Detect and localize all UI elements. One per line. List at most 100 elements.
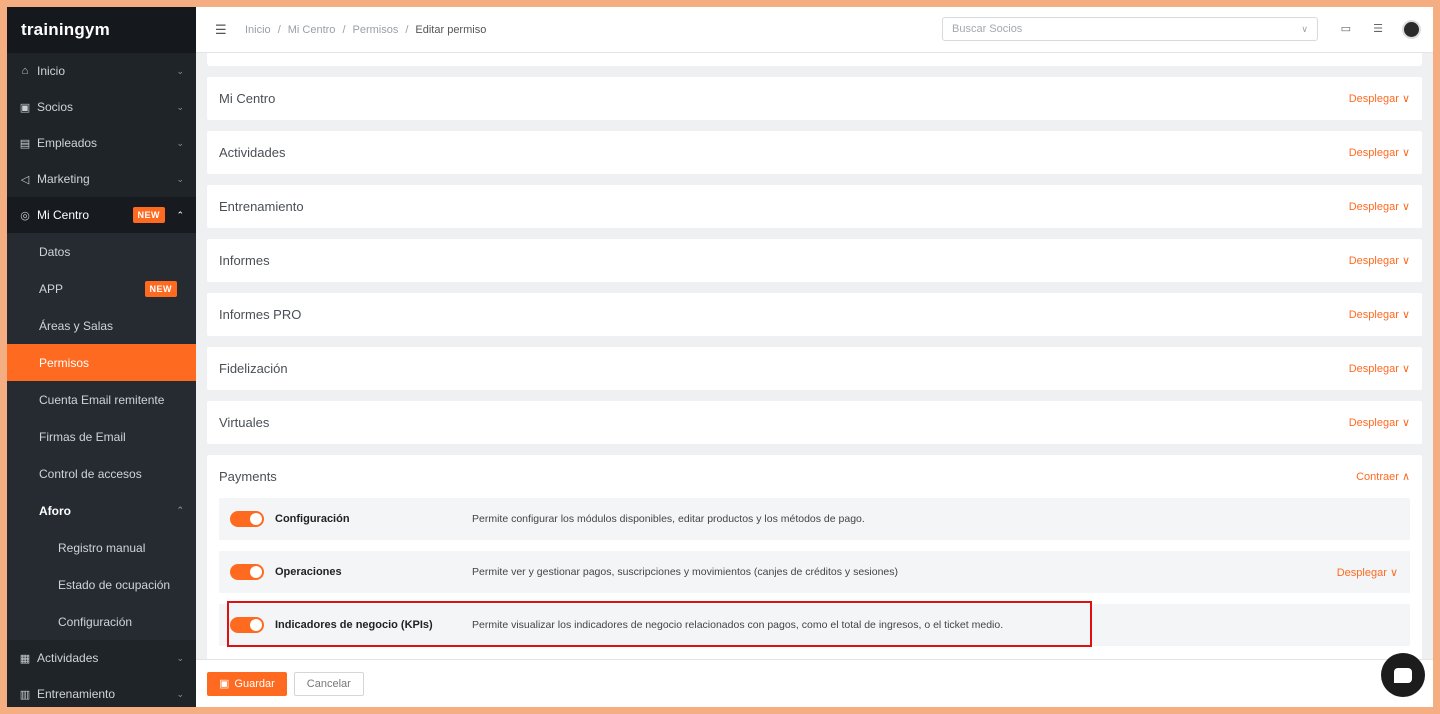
chevron-down-icon[interactable]: ∨	[1301, 24, 1308, 35]
sidebar: trainingym ⌂ Inicio ⌄ ▣ Socios ⌄ ▤ Emple…	[7, 7, 196, 707]
breadcrumb-separator: /	[342, 23, 346, 36]
save-button[interactable]: ▣ Guardar	[207, 671, 287, 696]
panel-virtuales: Virtuales Desplegar ∨	[207, 401, 1422, 444]
sidebar-item-label: Marketing	[37, 172, 90, 186]
sidebar-item-label: Aforo	[39, 503, 71, 518]
chevron-down-icon: ∨	[1401, 255, 1410, 267]
sidebar-item-configuracion[interactable]: Configuración	[7, 603, 196, 640]
floppy-icon: ▣	[219, 678, 230, 690]
permission-name: Configuración	[275, 513, 350, 525]
chevron-up-icon: ⌃	[176, 505, 184, 515]
expand-button[interactable]: Desplegar ∨	[1349, 254, 1410, 267]
permission-toggle[interactable]	[230, 617, 264, 633]
expand-label: Desplegar	[1348, 417, 1399, 429]
sidebar-item-inicio[interactable]: ⌂ Inicio ⌄	[7, 53, 196, 89]
expand-button[interactable]: Desplegar ∨	[1349, 200, 1410, 213]
sidebar-item-control-accesos[interactable]: Control de accesos	[7, 455, 196, 492]
panel-title: Virtuales	[219, 415, 270, 430]
breadcrumb-separator: /	[277, 23, 281, 36]
location-icon: ◎	[20, 209, 30, 222]
panel-title: Entrenamiento	[219, 199, 304, 214]
home-icon: ⌂	[21, 65, 29, 77]
panel-fidelizacion: Fidelización Desplegar ∨	[207, 347, 1422, 390]
permissions-content: Mi Centro Desplegar ∨ Actividades Desple…	[196, 53, 1433, 659]
sidebar-item-firmas-email[interactable]: Firmas de Email	[7, 418, 196, 455]
sidebar-item-permisos[interactable]: Permisos	[7, 344, 196, 381]
chevron-down-icon: ∨	[1401, 147, 1410, 159]
expand-button[interactable]: Desplegar ∨	[1337, 566, 1398, 579]
sidebar-item-actividades[interactable]: ▦ Actividades ⌄	[7, 640, 196, 676]
panel-header: Payments Contraer ∧	[219, 455, 1410, 498]
sidebar-item-aforo[interactable]: Aforo ⌃	[7, 492, 196, 529]
sidebar-item-socios[interactable]: ▣ Socios ⌄	[7, 89, 196, 125]
card-icon[interactable]: ▭	[1341, 22, 1351, 35]
expand-label: Desplegar	[1348, 363, 1399, 375]
sidebar-item-label: Áreas y Salas	[39, 318, 114, 333]
sidebar-item-entrenamiento[interactable]: ▥ Entrenamiento ⌄	[7, 676, 196, 707]
expand-label: Desplegar	[1348, 309, 1399, 321]
expand-button[interactable]: Desplegar ∨	[1349, 308, 1410, 321]
sidebar-item-label: Actividades	[37, 651, 99, 665]
breadcrumb-mi-centro[interactable]: Mi Centro	[288, 24, 336, 36]
sidebar-item-estado-ocupacion[interactable]: Estado de ocupación	[7, 566, 196, 603]
panel-title: Payments	[219, 469, 277, 484]
sidebar-item-cuenta-email[interactable]: Cuenta Email remitente	[7, 381, 196, 418]
panel-entrenamiento: Entrenamiento Desplegar ∨	[207, 185, 1422, 228]
sidebar-item-label: Firmas de Email	[39, 429, 126, 444]
chat-button[interactable]	[1381, 653, 1425, 697]
member-search[interactable]: ∨	[942, 17, 1318, 41]
sidebar-item-areas-salas[interactable]: Áreas y Salas	[7, 307, 196, 344]
calendar-icon: ▦	[19, 652, 31, 665]
chat-bubble-icon	[1394, 667, 1412, 683]
permission-toggle[interactable]	[230, 511, 264, 527]
panel-stub	[207, 53, 1422, 66]
panel-informes: Informes Desplegar ∨	[207, 239, 1422, 282]
mi-centro-submenu: Datos APP NEW Áreas y Salas Permisos Cue…	[7, 233, 196, 640]
sidebar-item-marketing[interactable]: ◁ Marketing ⌄	[7, 161, 196, 197]
sidebar-item-label: Control de accesos	[39, 466, 142, 481]
expand-button[interactable]: Desplegar ∨	[1349, 146, 1410, 159]
chevron-down-icon: ⌄	[176, 688, 184, 699]
logo: trainingym	[7, 7, 196, 53]
expand-label: Desplegar	[1336, 566, 1387, 579]
chevron-down-icon: ⌄	[176, 137, 184, 148]
breadcrumb-inicio[interactable]: Inicio	[245, 24, 271, 36]
chevron-down-icon: ∨	[1401, 309, 1410, 321]
permission-row-kpis: Indicadores de negocio (KPIs) Permite vi…	[219, 601, 1410, 647]
sidebar-item-label: Mi Centro	[37, 208, 90, 222]
sidebar-item-app[interactable]: APP NEW	[7, 270, 196, 307]
expand-button[interactable]: Desplegar ∨	[1349, 416, 1410, 429]
sidebar-item-label: Estado de ocupación	[58, 577, 171, 592]
chevron-up-icon: ∧	[1401, 471, 1410, 483]
chevron-down-icon: ∨	[1401, 417, 1410, 429]
search-input[interactable]	[952, 23, 1272, 35]
permission-row-configuracion: Configuración Permite configurar los mód…	[219, 498, 1410, 540]
notes-icon[interactable]: ☰	[1373, 22, 1383, 35]
panel-actividades: Actividades Desplegar ∨	[207, 131, 1422, 174]
sidebar-item-datos[interactable]: Datos	[7, 233, 196, 270]
sidebar-item-label: Registro manual	[58, 540, 146, 555]
panel-title: Mi Centro	[219, 91, 276, 106]
chevron-down-icon: ⌄	[176, 101, 184, 112]
sidebar-item-registro-manual[interactable]: Registro manual	[7, 529, 196, 566]
avatar[interactable]	[1402, 20, 1421, 39]
topbar: ☰ Inicio / Mi Centro / Permisos / Editar…	[196, 7, 1433, 53]
collapse-button[interactable]: Contraer ∧	[1356, 470, 1410, 483]
breadcrumb: Inicio / Mi Centro / Permisos / Editar p…	[245, 24, 486, 36]
permission-description: Permite visualizar los indicadores de ne…	[472, 619, 1004, 631]
chevron-down-icon: ⌄	[176, 65, 184, 76]
expand-button[interactable]: Desplegar ∨	[1349, 362, 1410, 375]
permission-name: Operaciones	[275, 566, 342, 578]
cancel-button[interactable]: Cancelar	[293, 671, 364, 696]
menu-collapse-icon[interactable]: ☰	[215, 22, 229, 38]
app-frame: trainingym ⌂ Inicio ⌄ ▣ Socios ⌄ ▤ Emple…	[7, 7, 1433, 707]
sidebar-item-empleados[interactable]: ▤ Empleados ⌄	[7, 125, 196, 161]
permission-toggle[interactable]	[230, 564, 264, 580]
chevron-down-icon: ∨	[1389, 566, 1398, 579]
permission-name: Indicadores de negocio (KPIs)	[275, 619, 433, 631]
sidebar-item-mi-centro[interactable]: ◎ Mi Centro NEW ⌃	[7, 197, 196, 233]
breadcrumb-permisos[interactable]: Permisos	[353, 24, 399, 36]
chevron-down-icon: ⌄	[176, 173, 184, 184]
expand-button[interactable]: Desplegar ∨	[1349, 92, 1410, 105]
clipboard-icon: ▥	[19, 688, 31, 701]
